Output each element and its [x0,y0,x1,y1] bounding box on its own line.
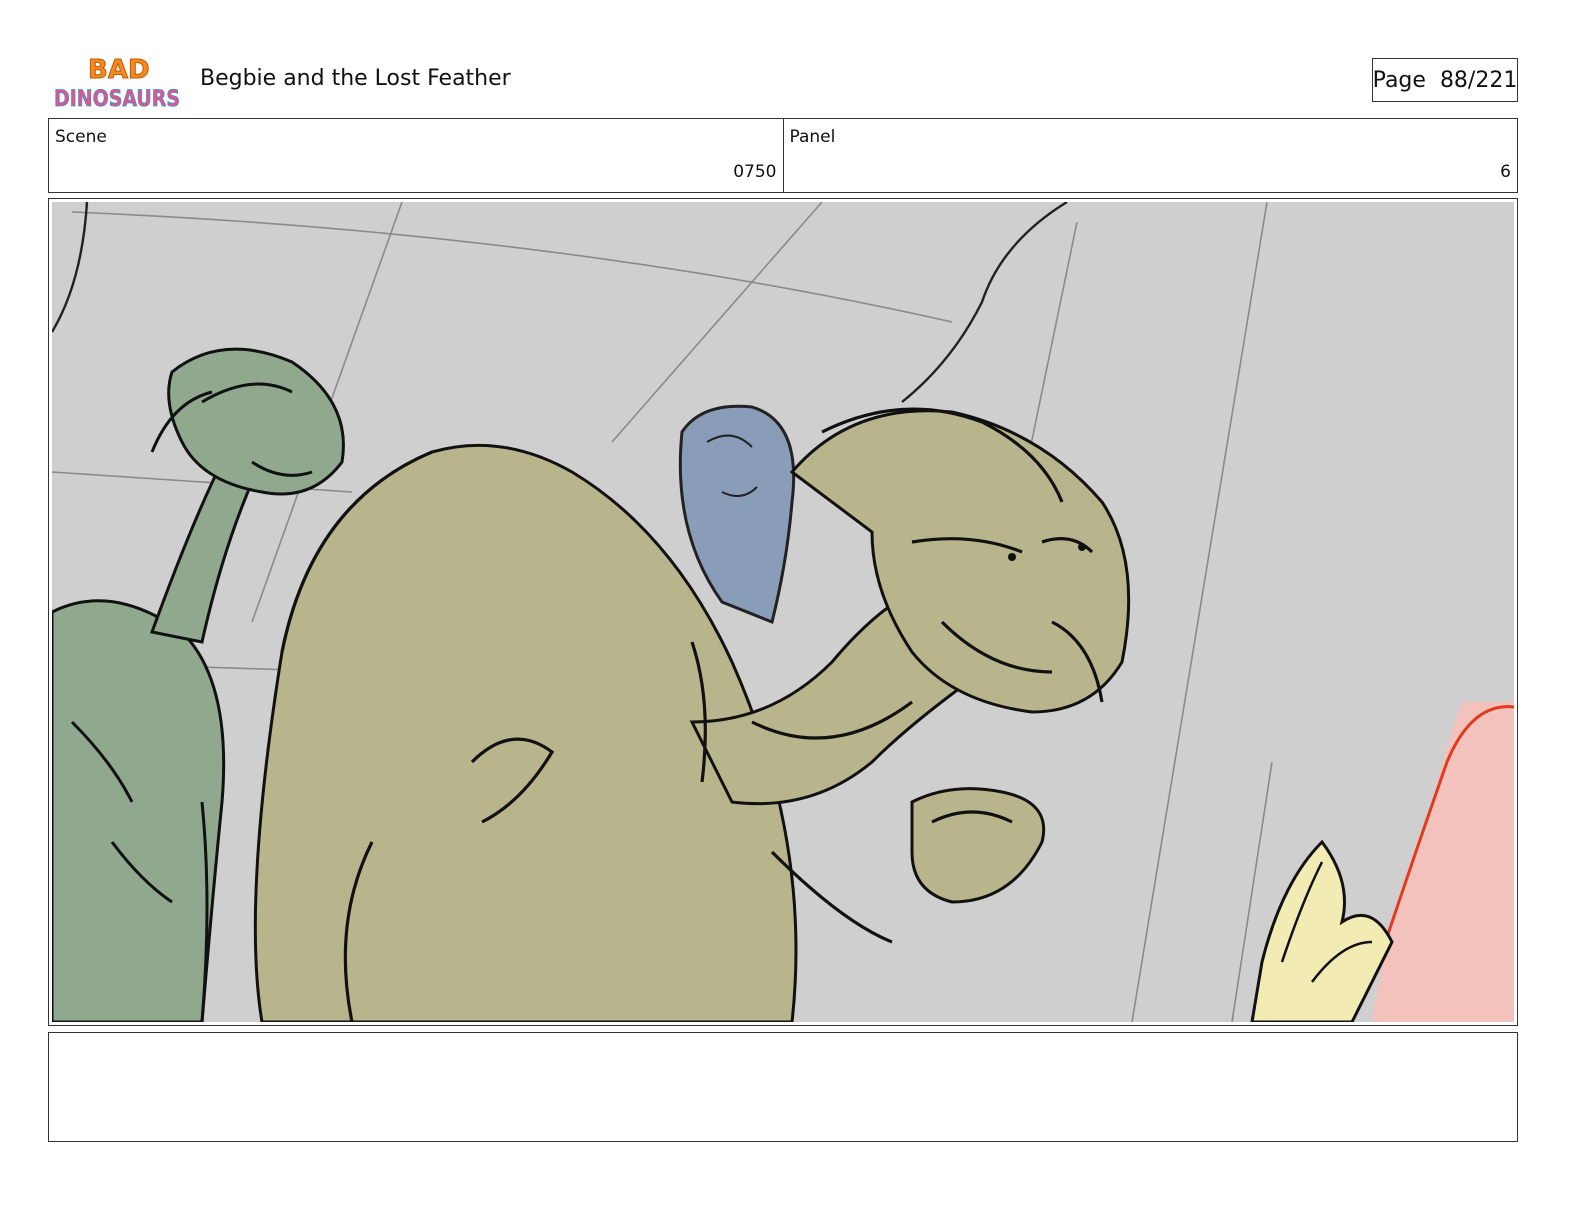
logo-line-2: DINOSAURS [54,87,180,112]
document-title: Begbie and the Lost Feather [200,66,511,91]
scene-value: 0750 [733,162,777,182]
blue-dinosaur [678,404,796,625]
storyboard-panel-image [52,202,1514,1022]
panel-label: Panel [789,127,836,147]
panel-cell: Panel 6 [782,119,1518,192]
panel-value: 6 [1500,162,1511,182]
yellow-feathers [1250,839,1394,1022]
page-indicator: Page 88/221 [1372,58,1518,102]
bad-dinosaurs-logo: BAD DINOSAURS [52,52,184,114]
notes-box [48,1032,1518,1142]
page-number: 88/221 [1439,67,1518,93]
page-label: Page [1372,67,1426,93]
pink-dinosaur [1370,702,1514,1022]
logo-line-1: BAD [88,55,150,85]
scene-cell: Scene 0750 [49,119,783,192]
scene-panel-row: Scene 0750 Panel 6 [48,118,1518,193]
scene-label: Scene [55,127,107,147]
